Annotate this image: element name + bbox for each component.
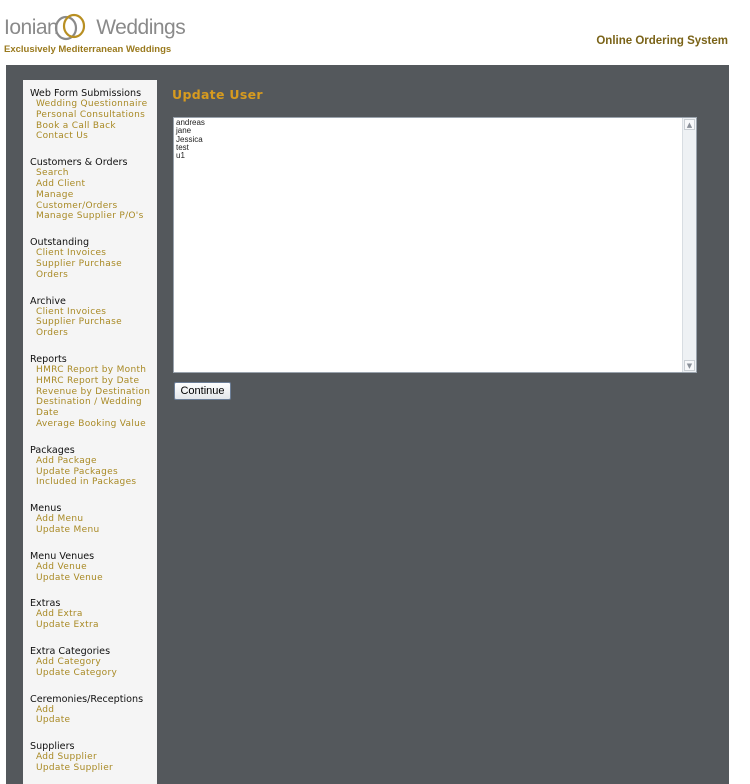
sidebar-group: Archive Client Invoices Supplier Purchase … [30,296,157,339]
sidebar-group-title: Extras [30,598,61,610]
sidebar-link[interactable]: HMRC Report by Date [30,376,157,387]
sidebar-link[interactable]: Manage Customer/Orders [30,190,157,212]
sidebar-link[interactable]: Destination / Wedding Date [30,397,157,419]
system-title: Online Ordering System [596,35,728,47]
sidebar-group: Extras Add Extra Update Extra [30,598,157,631]
logo-word-weddings: Weddings [96,16,186,39]
sidebar-link[interactable]: Revenue by Destination [30,387,157,398]
sidebar-nav: Web Form Submissions Wedding Questionnair… [23,80,157,784]
user-option[interactable]: u1 [176,151,205,160]
sidebar-link[interactable]: Average Booking Value [30,419,157,430]
sidebar-group-title: Outstanding [30,237,90,249]
sidebar-group-title: Suppliers [30,741,75,753]
sidebar-link[interactable]: Personal Consultations [30,110,157,121]
scroll-up-icon[interactable]: ▲ [684,119,695,130]
sidebar-group-title: Customers & Orders [30,157,128,169]
sidebar-link[interactable]: Update [30,715,157,726]
sidebar-link[interactable]: Add [30,705,157,716]
sidebar-link[interactable]: Wedding Questionnaire [30,99,157,110]
sidebar-link[interactable]: Client Invoices [30,307,157,318]
sidebar-group: Menus Add Menu Update Menu [30,503,157,536]
logo-word-ionian: Ionian [4,16,59,39]
sidebar-group: Menu Venues Add Venue Update Venue [30,551,157,584]
sidebar-link[interactable]: Add Supplier [30,752,157,763]
sidebar-link[interactable]: Manage Supplier P/O's [30,211,157,222]
sidebar-group: Reports HMRC Report by Month HMRC Report b… [30,354,157,430]
sidebar-group-title: Menu Venues [30,550,95,562]
sidebar-link[interactable]: Add Menu [30,514,157,525]
sidebar-link[interactable]: Add Venue [30,562,157,573]
sidebar-link[interactable]: Update Packages [30,467,157,478]
page-title: Update User [172,87,263,102]
sidebar-link[interactable]: Add Extra [30,609,157,620]
sidebar-link[interactable]: Book a Call Back [30,121,157,132]
user-list-items: andreas jane Jessica test u1 [176,118,205,160]
list-scrollbar[interactable]: ▲ ▼ [682,118,696,372]
wedding-rings-icon [54,13,86,41]
sidebar-group-title: Menus [30,503,62,515]
scroll-down-icon[interactable]: ▼ [684,360,695,371]
sidebar-group-title: Archive [30,295,66,307]
sidebar-link[interactable]: Update Supplier [30,763,157,774]
sidebar-link[interactable]: Update Venue [30,573,157,584]
sidebar-group-title: Reports [30,353,67,365]
sidebar-link[interactable]: Add Package [30,456,157,467]
sidebar-link[interactable]: HMRC Report by Month [30,365,157,376]
sidebar-group: Ceremonies/Receptions Add Update [30,694,157,727]
sidebar-link[interactable]: Client Invoices [30,248,157,259]
logo-tagline: Exclusively Mediterranean Weddings [4,44,172,55]
main-panel: Web Form Submissions Wedding Questionnair… [6,65,729,784]
sidebar-link[interactable]: Contact Us [30,131,157,142]
sidebar-link[interactable]: Supplier Purchase Orders [30,317,157,339]
sidebar-group: Web Form Submissions Wedding Questionnair… [30,88,157,142]
sidebar-group-title: Packages [30,444,75,456]
sidebar-link[interactable]: Supplier Purchase Orders [30,259,157,281]
sidebar-group-title: Web Form Submissions [30,88,142,99]
sidebar-group: Outstanding Client Invoices Supplier Purch… [30,237,157,280]
sidebar-group: Customers & Orders Search Add Client Manage… [30,157,157,222]
sidebar-link[interactable]: Add Category [30,657,157,668]
sidebar-group: Suppliers Add Supplier Update Supplier [30,741,157,774]
sidebar-link[interactable]: Search [30,168,157,179]
sidebar-link[interactable]: Update Category [30,668,157,679]
logo: Ionian Weddings Exclusively Mediterranean… [4,12,186,58]
sidebar-group-title: Extra Categories [30,645,111,657]
sidebar-link[interactable]: Add Client [30,179,157,190]
sidebar-link[interactable]: Included in Packages [30,477,157,488]
continue-button[interactable]: Continue [174,382,231,400]
sidebar-link[interactable]: Update Extra [30,620,157,631]
sidebar-group: Extra Categories Add Category Update Categ… [30,646,157,679]
user-select-list[interactable]: andreas jane Jessica test u1 ▲ ▼ [173,117,697,373]
sidebar-group: Packages Add Package Update Packages Includ… [30,445,157,488]
sidebar-link[interactable]: Update Menu [30,525,157,536]
logo-text: Ionian Weddings [4,16,186,40]
sidebar-group-title: Ceremonies/Receptions [30,693,144,705]
